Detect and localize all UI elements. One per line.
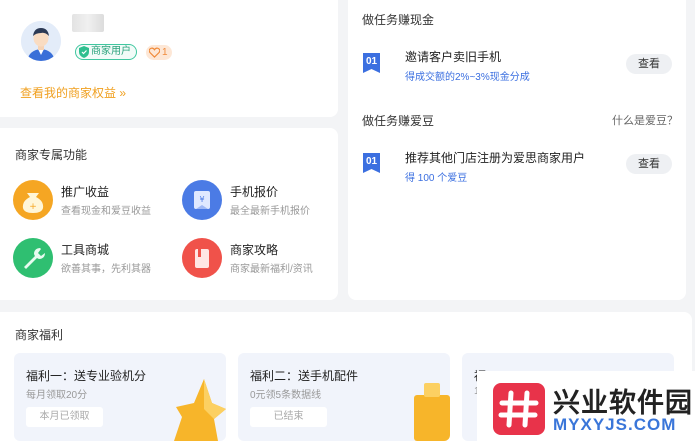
what-is-beans-link[interactable]: 什么是爱豆？ <box>612 112 678 128</box>
svg-text:+: + <box>29 202 37 212</box>
feature-title: 推广收益 <box>61 185 110 199</box>
book-icon <box>182 238 222 278</box>
user-avatar-icon <box>21 21 61 61</box>
tasks-card: 做任务赚现金 01 邀请客户卖旧手机 得成交额的2%~3%现金分成 查看 做任务… <box>348 0 686 300</box>
price-tag-icon: ¥ <box>182 180 222 220</box>
benefit-title: 福利二：送手机配件 <box>250 369 359 383</box>
cash-tasks-title: 做任务赚现金 <box>362 13 435 27</box>
heart-icon <box>149 47 160 58</box>
task-number-tag: 01 <box>363 153 380 173</box>
merchant-badge: 商家用户 <box>75 44 137 60</box>
feature-merchant-guide[interactable]: 商家攻略 商家最新福利/资讯 <box>182 236 342 280</box>
beans-task-title: 推荐其他门店注册为爱思商家用户 <box>405 151 586 165</box>
rights-link-label: 查看我的商家权益 <box>20 86 117 100</box>
feature-promotion-earnings[interactable]: + 推广收益 查看现金和爱豆收益 <box>13 178 173 222</box>
level-value: 1 <box>162 47 168 58</box>
feature-tool-mall[interactable]: 工具商城 欲善其事，先利其器 <box>13 236 173 280</box>
benefit-claimed-button[interactable]: 本月已领取 <box>26 407 103 427</box>
feature-title: 商家攻略 <box>230 243 279 257</box>
double-chevron-right-icon: » <box>119 86 127 100</box>
merchant-badge-label: 商家用户 <box>91 46 131 57</box>
feature-phone-quotes[interactable]: ¥ 手机报价 最全最新手机报价 <box>182 178 342 222</box>
level-badge: 1 <box>146 45 172 60</box>
star-decoration-icon <box>174 379 226 441</box>
svg-text:¥: ¥ <box>199 195 204 204</box>
cable-accessory-icon <box>414 383 450 441</box>
beans-task-subtitle: 得 100 个爱豆 <box>405 173 468 184</box>
wrench-icon <box>13 238 53 278</box>
merchant-rights-link[interactable]: 查看我的商家权益 » <box>20 84 126 101</box>
feature-title: 工具商城 <box>61 243 110 257</box>
hash-logo-icon <box>493 383 545 435</box>
beans-tasks-title: 做任务赚爱豆 <box>362 114 435 128</box>
feature-subtitle: 查看现金和爱豆收益 <box>61 206 151 217</box>
feature-subtitle: 商家最新福利/资讯 <box>230 264 313 275</box>
merchant-features-card: 商家专属功能 + 推广收益 查看现金和爱豆收益 ¥ 手机报价 最全最新手机报价 … <box>0 128 338 300</box>
cash-task-subtitle: 得成交额的2%~3%现金分成 <box>405 72 530 83</box>
money-bag-icon: + <box>13 180 53 220</box>
benefits-title: 商家福利 <box>15 328 64 342</box>
beans-task-view-button[interactable]: 查看 <box>626 154 672 174</box>
user-name-blurred <box>72 14 104 32</box>
shield-icon <box>79 46 89 58</box>
cash-task-title: 邀请客户卖旧手机 <box>405 50 502 64</box>
feature-subtitle: 欲善其事，先利其器 <box>61 264 151 275</box>
benefit-subtitle: 0元领5条数据线 <box>250 390 322 401</box>
benefit-card-2: 福利二：送手机配件 0元领5条数据线 已结束 <box>238 353 450 441</box>
watermark: 兴业软件园 MYXYJS.COM <box>477 371 695 443</box>
task-number-tag: 01 <box>363 53 380 73</box>
feature-title: 手机报价 <box>230 185 279 199</box>
cash-task-view-button[interactable]: 查看 <box>626 54 672 74</box>
benefit-card-1: 福利一：送专业验机分 每月领取20分 本月已领取 <box>14 353 226 441</box>
feature-subtitle: 最全最新手机报价 <box>230 206 310 217</box>
benefit-subtitle: 每月领取20分 <box>26 390 88 401</box>
benefit-ended-button[interactable]: 已结束 <box>250 407 327 427</box>
features-title: 商家专属功能 <box>15 148 88 162</box>
profile-card: 商家用户 1 查看我的商家权益 » <box>0 0 338 117</box>
benefit-title: 福利一：送专业验机分 <box>26 369 147 383</box>
watermark-url: MYXYJS.COM <box>553 415 677 434</box>
avatar[interactable] <box>21 21 61 61</box>
